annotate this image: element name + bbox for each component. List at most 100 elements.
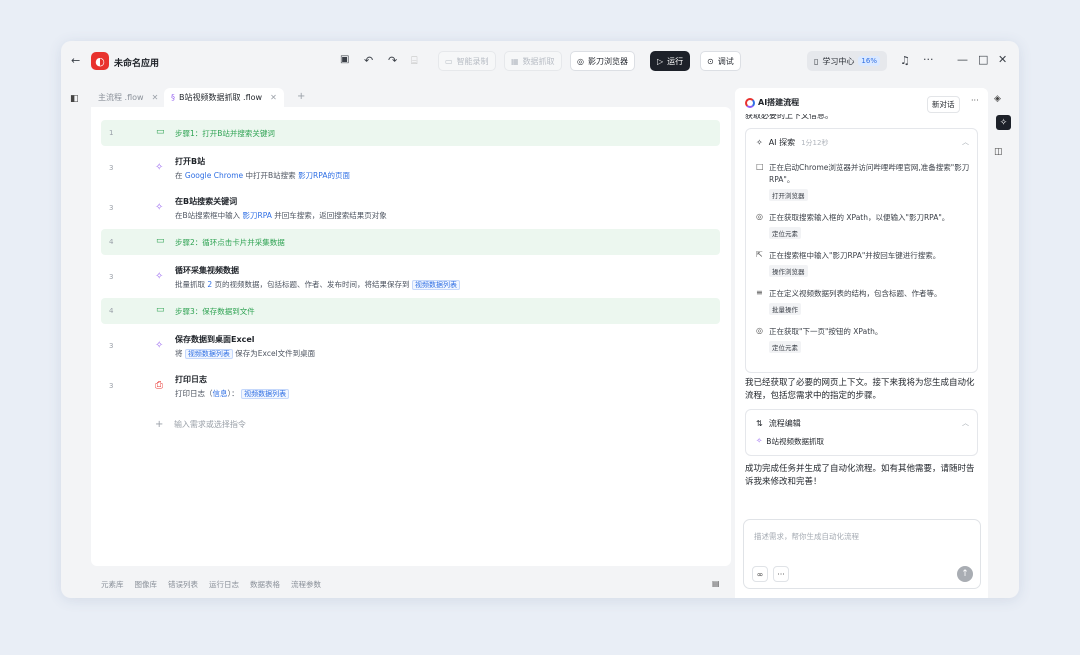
sidebar-toggle-icon[interactable]: ◧ — [70, 94, 79, 104]
flow-edit-item[interactable]: ✧ B站视频数据抓取 — [756, 436, 824, 447]
log-text: 正在搜索框中输入"影刀RPA"并按回车键进行搜索。 — [769, 251, 941, 260]
explore-header[interactable]: ✧ AI 探索 1分12秒 — [756, 137, 828, 148]
smart-record-button[interactable]: ▭ 智能录制 — [438, 51, 496, 71]
chat-input-placeholder: 描述需求，帮你生成自动化流程 — [754, 532, 859, 541]
table-icon: ▦ — [511, 56, 519, 66]
desc-text: 在B站搜索框中输入 — [175, 211, 243, 220]
assistant-message: 我已经获取了必要的网页上下文。接下来我将为您生成自动化流程，包括您需求中的指定的… — [745, 378, 975, 401]
send-arrow-icon[interactable]: ↑ — [957, 566, 973, 582]
learn-progress-badge: 16% — [858, 56, 880, 66]
flow-step-row[interactable]: 4 ▭ 步骤3：保存数据到文件 — [101, 298, 720, 324]
url-param[interactable]: 影刀RPA的页面 — [298, 171, 350, 180]
line-number: 3 — [109, 204, 114, 212]
desc-text: 将 — [175, 349, 185, 358]
sparkle-icon: ✧ — [756, 138, 763, 147]
add-tab-icon[interactable]: + — [297, 91, 305, 102]
redo-icon[interactable]: ↷ — [388, 55, 397, 66]
debug-play-icon: ⊙ — [707, 56, 714, 66]
assistant-message: 成功完成任务并生成了自动化流程。如有其他需要，请随时告诉我来修改和完善！ — [745, 464, 975, 487]
flow-action-row[interactable]: 3 ✧ 打开B站 在 Google Chrome 中打开B站搜索 影刀RPA的页… — [101, 151, 720, 183]
variable-chip[interactable]: 视频数据列表 — [184, 349, 233, 359]
more-options-icon[interactable]: ··· — [773, 566, 789, 582]
tab-label: 主流程 .flow — [98, 93, 144, 102]
bottom-panel-tabs: 元素库 图像库 错误列表 运行日志 数据表格 流程参数 — [101, 579, 321, 590]
debug-label: 调试 — [717, 56, 734, 66]
tab-error-list[interactable]: 错误列表 — [168, 579, 198, 590]
browser-icon: ◎ — [577, 56, 584, 66]
comment-icon: ▭ — [156, 305, 165, 315]
tab-main-flow[interactable]: 主流程 .flow ✕ — [91, 88, 165, 107]
save-icon[interactable]: ▣ — [340, 55, 349, 65]
flow-icon: § — [171, 93, 175, 102]
target-icon: ◎ — [756, 326, 763, 335]
line-number: 3 — [109, 273, 114, 281]
log-badge: 批量操作 — [769, 303, 801, 315]
tab-flow-params[interactable]: 流程参数 — [291, 579, 321, 590]
learn-center-button[interactable]: ▯ 学习中心 16% — [807, 51, 887, 71]
ai-sparkle-icon: ✧ — [756, 436, 763, 445]
action-description: 将 视频数据列表 保存为Excel文件到桌面 — [175, 348, 315, 359]
desc-text: 页的视频数据，包括标题、作者、发布时间，将结果保存到 — [212, 280, 412, 289]
browser-button[interactable]: ◎ 影刀浏览器 — [570, 51, 635, 71]
action-title: 打印日志 — [175, 375, 207, 384]
app-window: ← ◐ 未命名应用 ▣ ↶ ↷ ⌸ ▭ 智能录制 ▦ 数据抓取 ◎ 影刀浏览器 … — [61, 41, 1019, 598]
flow-edit-card: ⇅ 流程编辑 ︿ ✧ B站视频数据抓取 — [745, 409, 978, 456]
action-title: 打开B站 — [175, 157, 206, 166]
back-arrow-icon[interactable]: ← — [71, 55, 80, 66]
tab-image-library[interactable]: 图像库 — [135, 579, 158, 590]
flow-action-row[interactable]: 3 ✧ 循环采集视频数据 批量抓取 2 页的视频数据，包括标题、作者、发布时间，… — [101, 260, 720, 292]
format-icon[interactable]: ⌸ — [411, 55, 418, 66]
comment-icon: ▭ — [156, 236, 165, 246]
close-tab-icon[interactable]: ✕ — [152, 93, 159, 102]
collapse-icon[interactable]: ︿ — [962, 418, 969, 428]
undo-icon[interactable]: ↶ — [364, 55, 373, 66]
ai-sparkle-icon: ✧ — [155, 271, 164, 282]
flow-step-row[interactable]: 1 ▭ 步骤1：打开B站并搜索关键词 — [101, 120, 720, 146]
tab-bili-flow[interactable]: § B站视频数据抓取 .flow ✕ — [164, 88, 284, 107]
flow-action-row[interactable]: 3 ✧ 保存数据到桌面Excel 将 视频数据列表 保存为Excel文件到桌面 — [101, 329, 720, 361]
desc-text: 批量抓取 — [175, 280, 208, 289]
add-command-row[interactable]: + 输入需求或选择指令 — [155, 419, 246, 430]
flow-action-row[interactable]: 3 ✧ 在B站搜索关键词 在B站搜索框中输入 影刀RPA 并回车搜索，返回搜索结… — [101, 191, 720, 223]
printer-icon: ⎙ — [155, 380, 163, 391]
maximize-icon[interactable]: □ — [978, 54, 988, 65]
data-capture-button[interactable]: ▦ 数据抓取 — [504, 51, 562, 71]
flow-edit-icon: ⇅ — [756, 419, 763, 428]
flow-step-row[interactable]: 4 ▭ 步骤2：循环点击卡片并采集数据 — [101, 229, 720, 255]
variable-chip[interactable]: 视频数据列表 — [241, 389, 290, 399]
tab-element-library[interactable]: 元素库 — [101, 579, 124, 590]
keyword-param[interactable]: 影刀RPA — [243, 211, 272, 220]
smart-record-label: 智能录制 — [456, 56, 489, 66]
line-number: 1 — [109, 129, 114, 137]
app-title: 未命名应用 — [114, 59, 160, 69]
more-icon[interactable]: ··· — [971, 96, 979, 105]
chat-input-box[interactable]: 描述需求，帮你生成自动化流程 ∞ ··· ↑ — [743, 519, 981, 589]
minimize-icon[interactable]: — — [957, 54, 968, 65]
new-chat-button[interactable]: 新对话 — [927, 96, 960, 113]
desc-text: 在 — [175, 171, 185, 180]
bell-icon[interactable]: ♫ — [900, 55, 910, 66]
panel-icon[interactable]: ◫ — [994, 147, 1003, 157]
desc-text: 中打开B站搜索 — [243, 171, 299, 180]
close-icon[interactable]: ✕ — [998, 54, 1007, 65]
browser-param[interactable]: Google Chrome — [185, 171, 243, 180]
debug-button[interactable]: ⊙ 调试 — [700, 51, 741, 71]
panel-toggle-icon[interactable]: ▤ — [712, 579, 720, 588]
close-tab-icon[interactable]: ✕ — [270, 93, 277, 102]
collapse-icon[interactable]: ︿ — [962, 137, 969, 147]
log-level-param[interactable]: 信息 — [213, 389, 228, 398]
run-button[interactable]: ▷ 运行 — [650, 51, 691, 71]
attach-link-icon[interactable]: ∞ — [752, 566, 768, 582]
play-icon: ▷ — [657, 56, 664, 66]
tab-data-table[interactable]: 数据表格 — [250, 579, 280, 590]
line-number: 3 — [109, 382, 114, 390]
flow-edit-header[interactable]: ⇅ 流程编辑 — [756, 418, 801, 429]
variable-chip[interactable]: 视频数据列表 — [411, 280, 460, 290]
more-icon[interactable]: ··· — [923, 54, 934, 65]
layers-icon[interactable]: ◈ — [994, 94, 1001, 104]
flow-action-row[interactable]: 3 ⎙ 打印日志 打印日志（信息）： 视频数据列表 — [101, 369, 720, 401]
line-number: 3 — [109, 164, 114, 172]
tab-run-log[interactable]: 运行日志 — [209, 579, 239, 590]
ai-assistant-icon[interactable]: ✧ — [996, 115, 1011, 130]
run-label: 运行 — [667, 56, 684, 66]
